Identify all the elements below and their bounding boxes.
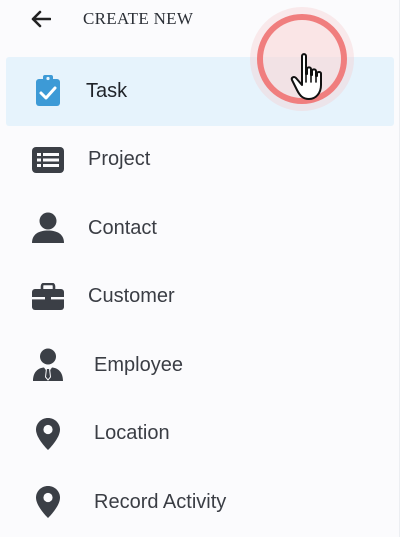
menu-item-label: Contact — [88, 216, 157, 239]
menu-item-label: Employee — [94, 353, 183, 376]
back-button[interactable] — [28, 6, 54, 32]
panel-header: CREATE NEW — [0, 0, 400, 40]
clipboard-check-icon — [28, 71, 68, 111]
menu-item-label: Customer — [88, 285, 175, 308]
menu-item-task[interactable]: Task — [6, 57, 394, 126]
menu-item-label: Location — [94, 422, 170, 445]
list-icon — [28, 140, 68, 180]
menu-item-contact[interactable]: Contact — [6, 194, 394, 263]
create-menu: Task Project Contact Customer Employee L… — [6, 57, 394, 537]
menu-item-location[interactable]: Location — [6, 400, 394, 469]
arrow-left-icon — [31, 10, 51, 28]
page-title: CREATE NEW — [83, 9, 194, 28]
menu-item-customer[interactable]: Customer — [6, 263, 394, 332]
map-marker-icon — [28, 414, 68, 454]
menu-item-label: Task — [86, 79, 128, 102]
create-new-panel: CREATE NEW Task Project Contact Customer… — [0, 0, 400, 537]
menu-item-label: Project — [88, 148, 151, 171]
menu-item-record-activity[interactable]: Record Activity — [6, 468, 394, 537]
menu-item-project[interactable]: Project — [6, 126, 394, 195]
user-icon — [28, 208, 68, 248]
menu-item-employee[interactable]: Employee — [6, 331, 394, 400]
menu-item-label: Record Activity — [94, 490, 227, 513]
map-marker-icon — [28, 482, 68, 522]
briefcase-icon — [28, 277, 68, 317]
user-tie-icon — [28, 345, 68, 385]
